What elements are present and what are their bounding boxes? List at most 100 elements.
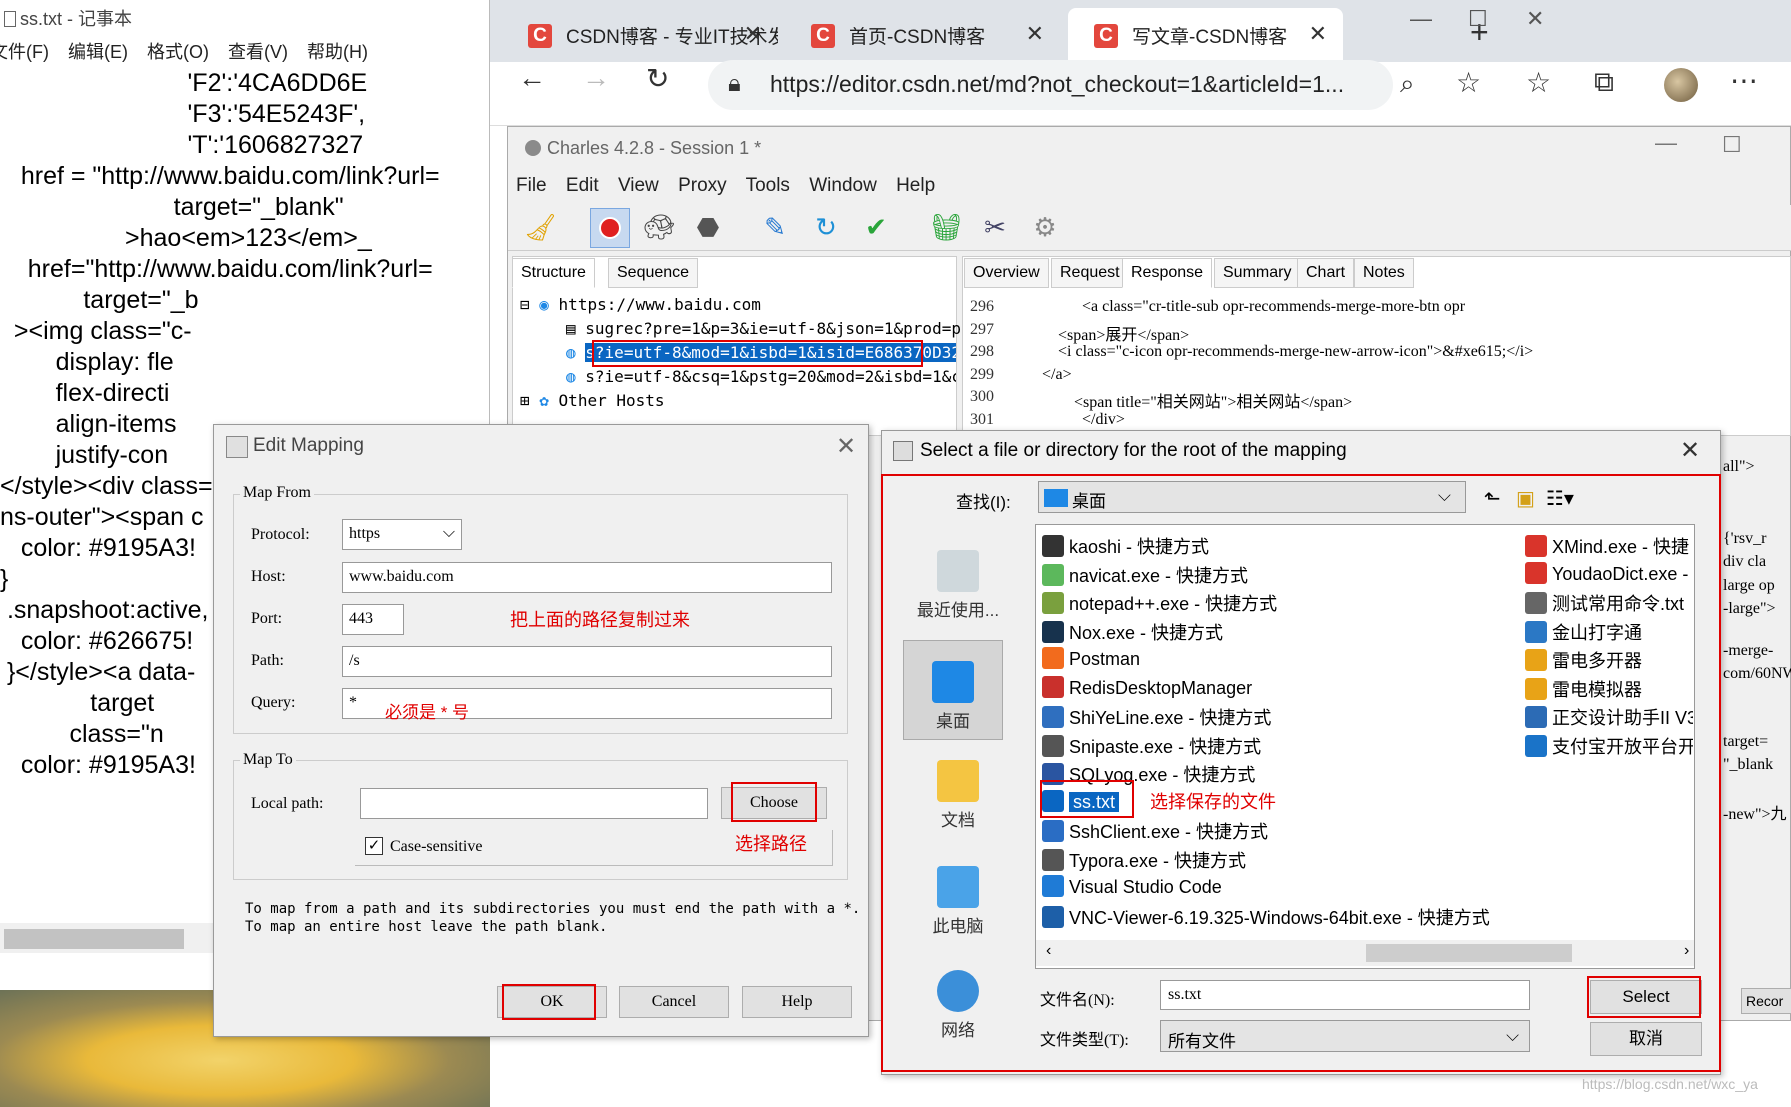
file-item[interactable]: ShiYeLine.exe - 快捷方式 bbox=[1042, 704, 1271, 730]
file-item[interactable]: 正交设计助手II V3 bbox=[1525, 704, 1693, 730]
charles-menu-edit[interactable]: Edit bbox=[566, 175, 599, 196]
file-item[interactable]: navicat.exe - 快捷方式 bbox=[1042, 562, 1248, 588]
tab-summary[interactable]: Summary bbox=[1214, 258, 1301, 288]
sidebar-network[interactable]: 网络 bbox=[908, 970, 1008, 1041]
lock-icon[interactable]: 🔒︎ bbox=[728, 70, 741, 98]
sidebar-recent[interactable]: 最近使用... bbox=[908, 550, 1008, 621]
file-item[interactable]: SshClient.exe - 快捷方式 bbox=[1042, 818, 1268, 844]
url-text[interactable]: https://editor.csdn.net/md?not_checkout=… bbox=[770, 71, 1344, 98]
breakpoint-stop-icon[interactable]: ⬣ bbox=[693, 212, 723, 242]
port-input[interactable]: 443 bbox=[342, 604, 404, 635]
tab-overview[interactable]: Overview bbox=[964, 258, 1049, 288]
tree-item[interactable]: ▤ sugrec?pre=1&p=3&ie=utf-8&json=1&prod=… bbox=[566, 319, 971, 338]
up-folder-icon[interactable]: ⬑ bbox=[1484, 486, 1501, 511]
tools-icon[interactable]: ✂ bbox=[980, 212, 1010, 242]
file-item[interactable]: 雷电模拟器 bbox=[1525, 676, 1693, 702]
notepad-menu-help[interactable]: 帮助(H) bbox=[307, 42, 368, 62]
browser-tab-write-article[interactable]: C 写文章-CSDN博客 ✕ bbox=[1068, 8, 1343, 62]
file-item[interactable]: 支付宝开放平台开 bbox=[1525, 733, 1693, 759]
charles-maximize-icon[interactable]: ☐ bbox=[1722, 132, 1742, 158]
file-item[interactable]: Nox.exe - 快捷方式 bbox=[1042, 619, 1223, 645]
file-item[interactable]: Snipaste.exe - 快捷方式 bbox=[1042, 733, 1261, 759]
tab-notes[interactable]: Notes bbox=[1354, 258, 1414, 288]
file-item[interactable]: 金山打字通 bbox=[1525, 619, 1693, 645]
broom-icon[interactable]: 🧹︎ bbox=[524, 212, 557, 242]
charles-menu-window[interactable]: Window bbox=[809, 175, 877, 196]
maximize-icon[interactable]: ☐ bbox=[1468, 6, 1488, 32]
protocol-select[interactable]: https ⌵ bbox=[342, 519, 462, 550]
close-icon[interactable]: ✕ bbox=[836, 432, 856, 461]
file-list-scrollbar[interactable] bbox=[1036, 940, 1694, 966]
favorites-icon[interactable]: ☆ bbox=[1526, 66, 1551, 99]
notepad-menu-format[interactable]: 格式(O) bbox=[147, 42, 209, 62]
validate-check-icon[interactable]: ✔ bbox=[861, 212, 891, 242]
tab-response[interactable]: Response bbox=[1122, 258, 1213, 288]
file-item[interactable]: XMind.exe - 快捷 bbox=[1525, 533, 1693, 559]
zoom-icon[interactable]: ⌕ bbox=[1400, 68, 1415, 100]
browser-tab-csdn-blog[interactable]: C CSDN博客 - 专业IT技术发表 ✕ bbox=[502, 8, 778, 62]
help-button[interactable]: Help bbox=[742, 986, 852, 1018]
file-item[interactable]: kaoshi - 快捷方式 bbox=[1042, 533, 1209, 559]
collections-icon[interactable]: ⧉ bbox=[1594, 66, 1614, 99]
throttle-turtle-icon[interactable]: 🐢︎ bbox=[643, 212, 676, 242]
tree-host-node[interactable]: ⊟ ◉ https://www.baidu.com bbox=[520, 295, 761, 314]
file-item[interactable]: Postman bbox=[1042, 647, 1140, 670]
scroll-left-icon[interactable]: ‹ bbox=[1046, 942, 1051, 960]
view-menu-icon[interactable]: ☷▾ bbox=[1546, 486, 1574, 511]
tab-structure[interactable]: Structure bbox=[512, 258, 595, 288]
back-icon[interactable]: ← bbox=[518, 62, 546, 94]
close-window-icon[interactable]: ✕ bbox=[1526, 6, 1544, 32]
charles-menu-view[interactable]: View bbox=[618, 175, 659, 196]
charles-menu-tools[interactable]: Tools bbox=[746, 175, 790, 196]
more-icon[interactable]: ⋯ bbox=[1730, 64, 1758, 97]
file-type-select[interactable]: 所有文件 ⌵ bbox=[1160, 1020, 1530, 1052]
file-item[interactable]: VNC-Viewer-6.19.325-Windows-64bit.exe - … bbox=[1042, 904, 1490, 930]
avatar[interactable] bbox=[1664, 68, 1698, 102]
close-icon[interactable]: ✕ bbox=[1680, 436, 1700, 465]
charles-menu-file[interactable]: File bbox=[516, 175, 547, 196]
charles-minimize-icon[interactable]: — bbox=[1655, 130, 1677, 156]
notepad-menu-file[interactable]: 文件(F) bbox=[0, 42, 49, 62]
file-item[interactable]: RedisDesktopManager bbox=[1042, 675, 1252, 699]
file-item[interactable]: Typora.exe - 快捷方式 bbox=[1042, 847, 1246, 873]
file-item[interactable]: 雷电多开器 bbox=[1525, 647, 1693, 673]
file-item[interactable]: 测试常用命令.txt bbox=[1525, 590, 1693, 616]
record-toggle-button[interactable]: Recor bbox=[1741, 988, 1791, 1014]
sidebar-this-pc[interactable]: 此电脑 bbox=[908, 866, 1008, 937]
close-tab-icon[interactable]: ✕ bbox=[1026, 21, 1044, 47]
path-input[interactable]: /s bbox=[342, 646, 832, 677]
tab-request[interactable]: Request bbox=[1051, 258, 1129, 288]
file-item[interactable]: Visual Studio Code bbox=[1042, 875, 1222, 898]
tab-sequence[interactable]: Sequence bbox=[608, 258, 699, 288]
chevron-down-icon[interactable]: ⌵ bbox=[1438, 486, 1451, 506]
refresh-icon[interactable]: ↻ bbox=[646, 62, 669, 95]
compose-pen-icon[interactable]: ✎ bbox=[760, 212, 790, 242]
cancel-button[interactable]: Cancel bbox=[619, 986, 729, 1018]
favorite-star-icon[interactable]: ☆ bbox=[1456, 66, 1481, 99]
file-item[interactable]: notepad++.exe - 快捷方式 bbox=[1042, 590, 1277, 616]
local-path-input[interactable] bbox=[360, 788, 708, 819]
basket-icon[interactable]: 🧺︎ bbox=[930, 212, 963, 242]
sidebar-desktop[interactable]: 桌面 bbox=[903, 640, 1003, 740]
host-input[interactable]: www.baidu.com bbox=[342, 562, 832, 593]
browser-tab-csdn-home[interactable]: C 首页-CSDN博客 ✕ bbox=[785, 8, 1060, 62]
cancel-file-button[interactable]: 取消 bbox=[1590, 1022, 1702, 1056]
notepad-scroll-thumb[interactable] bbox=[4, 929, 184, 949]
charles-menu-proxy[interactable]: Proxy bbox=[678, 175, 727, 196]
repeat-icon[interactable]: ↻ bbox=[811, 212, 841, 242]
scroll-right-icon[interactable]: › bbox=[1684, 942, 1689, 960]
settings-gear-icon[interactable]: ⚙ bbox=[1030, 212, 1060, 242]
close-tab-icon[interactable]: ✕ bbox=[1309, 21, 1327, 47]
file-name-input[interactable]: ss.txt bbox=[1160, 980, 1530, 1010]
sidebar-documents[interactable]: 文档 bbox=[908, 760, 1008, 831]
forward-icon[interactable]: → bbox=[582, 62, 610, 94]
file-item[interactable]: YoudaoDict.exe - bbox=[1525, 561, 1693, 585]
tab-chart[interactable]: Chart bbox=[1297, 258, 1355, 288]
new-folder-icon[interactable]: ▣ bbox=[1516, 486, 1535, 511]
charles-menu-help[interactable]: Help bbox=[896, 175, 935, 196]
file-list-scroll-thumb[interactable] bbox=[1366, 944, 1572, 962]
tree-item[interactable]: ◍ s?ie=utf-8&csq=1&pstg=20&mod=2&isbd=1&… bbox=[566, 367, 956, 386]
notepad-menu-view[interactable]: 查看(V) bbox=[228, 42, 288, 62]
minimize-icon[interactable]: — bbox=[1410, 6, 1432, 32]
tree-other-hosts[interactable]: ⊞ ✿ Other Hosts bbox=[520, 391, 665, 410]
